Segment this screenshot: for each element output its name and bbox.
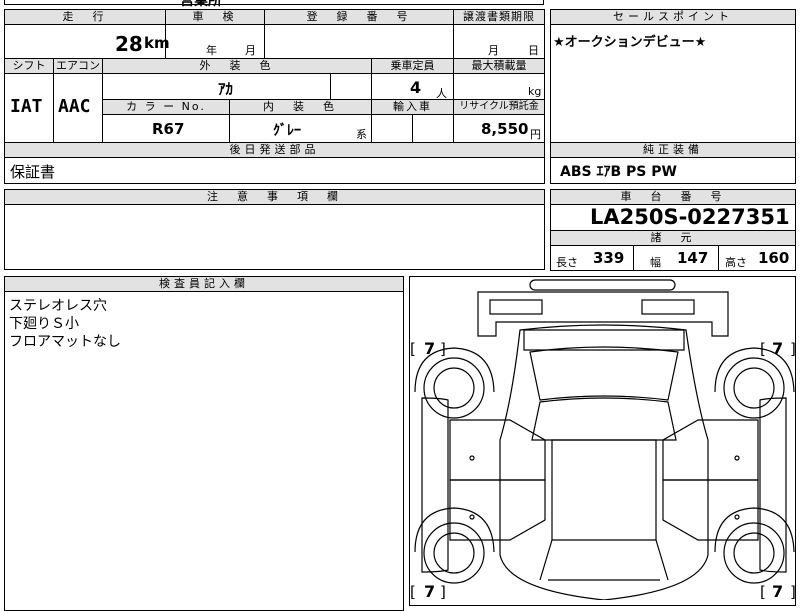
tire-front-right-value: 7 (772, 339, 784, 358)
specs-length-value: 339 (593, 249, 625, 267)
registration-cell (264, 24, 454, 59)
chassis-value: LA250S-0227351 (590, 205, 790, 229)
inspector-line-2: 下廻りＳ小 (9, 316, 79, 332)
transfer-month-unit: 月 (488, 44, 499, 57)
shipping-parts-text: 保証書 (10, 163, 56, 181)
color-no-value: R67 (152, 120, 185, 138)
inspector-line-3: フロアマットなし (9, 334, 121, 350)
import-cell-b (412, 114, 454, 143)
inspector-line-1: ステレオレス穴 (9, 298, 107, 314)
capacity-header: 乗車定員 (371, 58, 454, 74)
recycle-value: 8,550 (481, 120, 529, 138)
recycle-unit: 円 (530, 128, 541, 141)
mileage-value: 28 (115, 32, 143, 56)
exterior-color-value: ｱｶ (218, 80, 234, 98)
exterior-color-header: 外 装 色 (102, 58, 372, 74)
notes-cell (4, 204, 545, 270)
shipping-parts-cell (4, 157, 545, 184)
tire-rear-right-value: 7 (772, 582, 784, 601)
sales-point-header: セールスポイント (550, 9, 796, 25)
transfer-day-unit: 日 (528, 44, 539, 57)
transfer-deadline-header: 譲渡書類期限 (453, 9, 545, 25)
tire-front-left-value: 7 (424, 339, 436, 358)
shift-header: シフト (4, 58, 54, 74)
equipment-header: 純正装備 (550, 142, 796, 158)
exterior-color-cell (102, 73, 331, 100)
import-header: 輸入車 (371, 99, 454, 115)
tire-rear-left-value: 7 (424, 582, 436, 601)
import-cell-a (371, 114, 413, 143)
specs-width-value: 147 (677, 249, 709, 267)
shipping-parts-header: 後日発送部品 (4, 142, 545, 158)
max-load-header: 最大積載量 (453, 58, 545, 74)
registration-header: 登 録 番 号 (264, 9, 454, 25)
max-load-unit: kg (528, 85, 542, 98)
equipment-text: ABS ｴｱB PS PW (560, 164, 677, 180)
exterior-color-extra-cell (330, 73, 372, 100)
mileage-header: 走 行 (4, 9, 166, 25)
specs-length-label: 長さ (556, 256, 578, 269)
chassis-header: 車 台 番 号 (550, 189, 796, 205)
specs-height-label: 高さ (725, 256, 747, 269)
inspector-header: 検査員記入欄 (4, 276, 404, 292)
inspection-month-unit: 月 (245, 44, 256, 57)
car-diagram-panel (409, 276, 796, 606)
inspection-year-unit: 年 (206, 44, 217, 57)
interior-color-suffix: 系 (356, 128, 367, 141)
sales-point-text: ★オークションデビュー★ (553, 35, 707, 50)
color-no-header: カ ラ ー No. (102, 99, 230, 115)
aircon-header: エアコン (53, 58, 103, 74)
specs-height-value: 160 (758, 249, 790, 267)
recycle-header: リサイクル預託金 (453, 99, 545, 115)
interior-color-header: 内 装 色 (229, 99, 372, 115)
aircon-value: AAC (58, 96, 91, 117)
interior-color-value: ｸﾞﾚｰ (273, 123, 301, 139)
capacity-value: 4 (410, 78, 422, 97)
specs-width-label: 幅 (650, 256, 661, 269)
shift-value: IAT (10, 96, 43, 117)
specs-header: 諸 元 (550, 230, 796, 246)
notes-header: 注 意 事 項 欄 (4, 189, 545, 205)
top-partial-row (4, 0, 544, 5)
inspection-header: 車 検 (165, 9, 265, 25)
